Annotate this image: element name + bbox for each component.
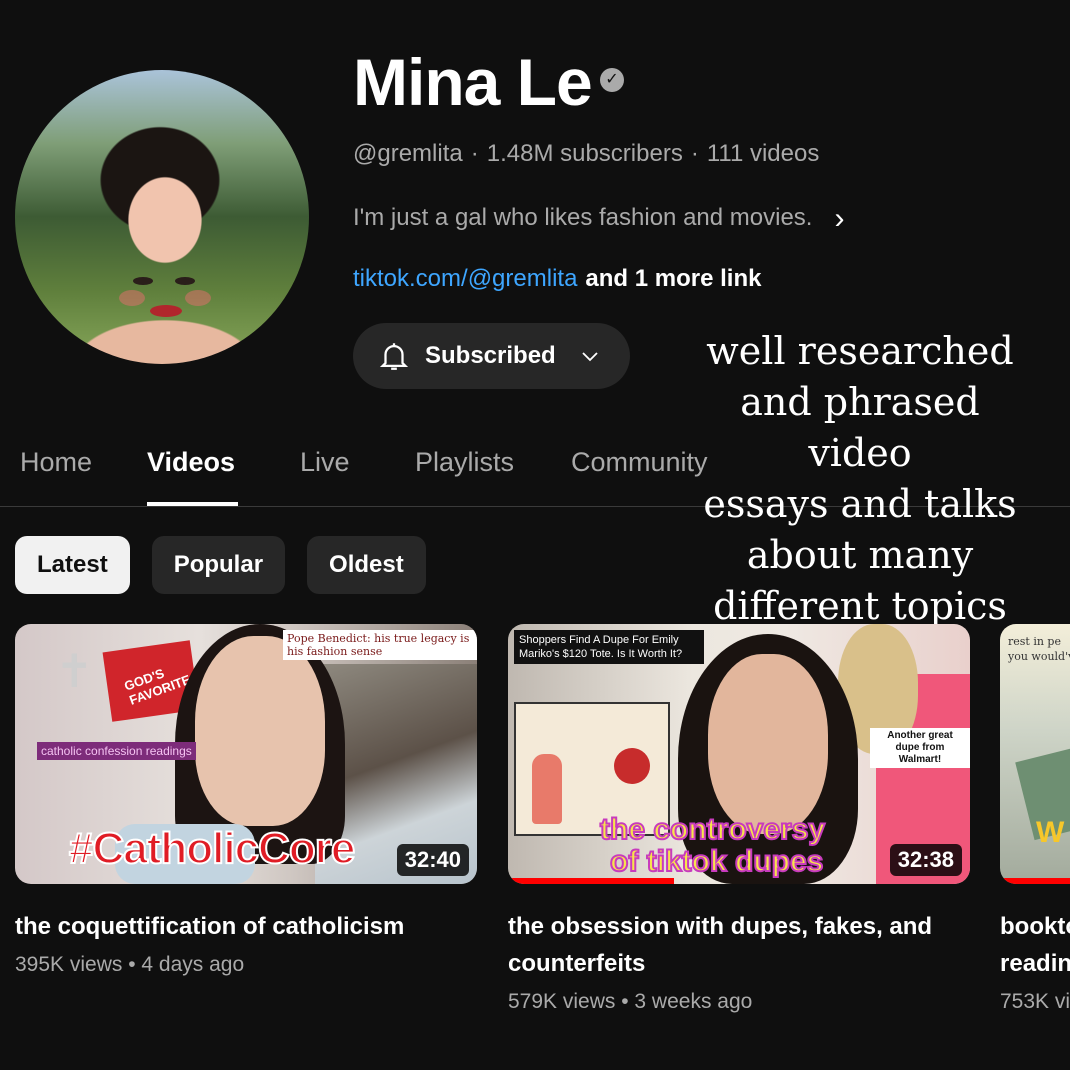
upload-age: 4 days ago (141, 953, 245, 976)
caption-overlay: well researched and phrased video essays… (700, 326, 1020, 632)
headline-line: of tiktok dupes (609, 845, 824, 879)
thumbnail-face (195, 636, 325, 826)
thumbnail-hashtag: #CatholicCore (68, 823, 356, 874)
thumbnail-headline: the controversy of tiktok dupes (599, 813, 826, 879)
verified-check-icon: ✓ (600, 68, 624, 92)
channel-description[interactable]: I'm just a gal who likes fashion and mov… (353, 199, 844, 235)
caption-line: about many (746, 533, 974, 577)
active-tab-indicator (147, 502, 238, 506)
watch-progress-bar (508, 878, 675, 884)
thumbnail-text: rest in pe you would'v (1008, 635, 1070, 663)
channel-meta: @gremlita · 1.48M subscribers · 111 videos (353, 140, 820, 167)
comic-figure (532, 754, 562, 824)
bell-icon (379, 343, 409, 370)
video-title-line: bookto (1000, 913, 1070, 940)
tab-live[interactable]: Live (300, 447, 350, 478)
subscribed-label: Subscribed (425, 342, 556, 369)
headline-line: the controversy (599, 813, 826, 847)
video-thumbnail[interactable]: Shoppers Find A Dupe For Emily Mariko's … (508, 624, 970, 884)
avatar-eye (175, 277, 195, 285)
subscriber-count: 1.48M subscribers (486, 140, 683, 167)
upload-age: 3 weeks ago (634, 990, 753, 1013)
avatar-eye (133, 277, 153, 285)
video-thumbnail[interactable]: rest in pe you would'v W (1000, 624, 1070, 884)
subscribed-button[interactable]: Subscribed (353, 323, 630, 389)
channel-avatar[interactable] (15, 70, 309, 364)
view-count: 753K vi (1000, 990, 1070, 1013)
channel-handle: @gremlita (353, 140, 463, 167)
chevron-right-icon[interactable]: › (834, 202, 844, 235)
video-card[interactable]: ✝ GOD'S FAVORITE Pope Benedict: his true… (15, 624, 477, 977)
chip-popular[interactable]: Popular (151, 536, 286, 594)
tab-playlists[interactable]: Playlists (415, 447, 514, 478)
video-meta: 579K views • 3 weeks ago (508, 990, 753, 1013)
avatar-cheek (185, 290, 211, 306)
more-links-link[interactable]: and 1 more link (585, 265, 761, 292)
view-count: 579K views (508, 990, 616, 1013)
video-title[interactable]: the coquettification of catholicism (15, 908, 475, 945)
video-count: 111 videos (706, 140, 820, 167)
chevron-down-icon (582, 352, 598, 362)
video-meta: 395K views • 4 days ago (15, 953, 245, 976)
video-card[interactable]: rest in pe you would'v W bookto readin 7… (1000, 624, 1070, 1014)
watch-progress-bar (1000, 878, 1070, 884)
channel-links: tiktok.com/@gremlita and 1 more link (353, 265, 761, 293)
video-duration: 32:40 (396, 844, 469, 876)
video-title[interactable]: the obsession with dupes, fakes, and cou… (508, 908, 968, 982)
video-title[interactable]: bookto readin (1000, 908, 1070, 982)
tiktok-link[interactable]: tiktok.com/@gremlita (353, 265, 577, 292)
avatar-cheek (119, 290, 145, 306)
thumbnail-banner: Shoppers Find A Dupe For Emily Mariko's … (514, 630, 704, 664)
thumbnail-sticker: Another great dupe from Walmart! (870, 728, 970, 768)
avatar-lips (150, 305, 182, 317)
chip-latest[interactable]: Latest (15, 536, 130, 594)
video-card[interactable]: Shoppers Find A Dupe For Emily Mariko's … (508, 624, 970, 1014)
thumbnail-banner: Pope Benedict: his true legacy is his fa… (283, 630, 477, 660)
tab-community[interactable]: Community (571, 447, 708, 478)
description-text: I'm just a gal who likes fashion and mov… (353, 204, 813, 231)
video-duration: 32:38 (889, 844, 962, 876)
thumbnail-label: catholic confession readings (37, 742, 196, 760)
thumbnail-letter: W (1036, 816, 1065, 849)
caption-line: and phrased video (740, 380, 980, 475)
thumbnail-face (708, 654, 828, 834)
video-title-line: readin (1000, 950, 1070, 977)
comic-figure (614, 748, 650, 784)
tab-videos[interactable]: Videos (147, 447, 235, 478)
channel-name: Mina Le (353, 45, 593, 119)
video-thumbnail[interactable]: ✝ GOD'S FAVORITE Pope Benedict: his true… (15, 624, 477, 884)
chip-oldest[interactable]: Oldest (307, 536, 426, 594)
tab-home[interactable]: Home (20, 447, 92, 478)
cross-necklace-icon: ✝ (55, 645, 94, 697)
sort-chips: Latest Popular Oldest (15, 536, 426, 594)
view-count: 395K views (15, 953, 123, 976)
caption-line: essays and talks (703, 482, 1017, 526)
caption-line: well researched (706, 329, 1014, 373)
